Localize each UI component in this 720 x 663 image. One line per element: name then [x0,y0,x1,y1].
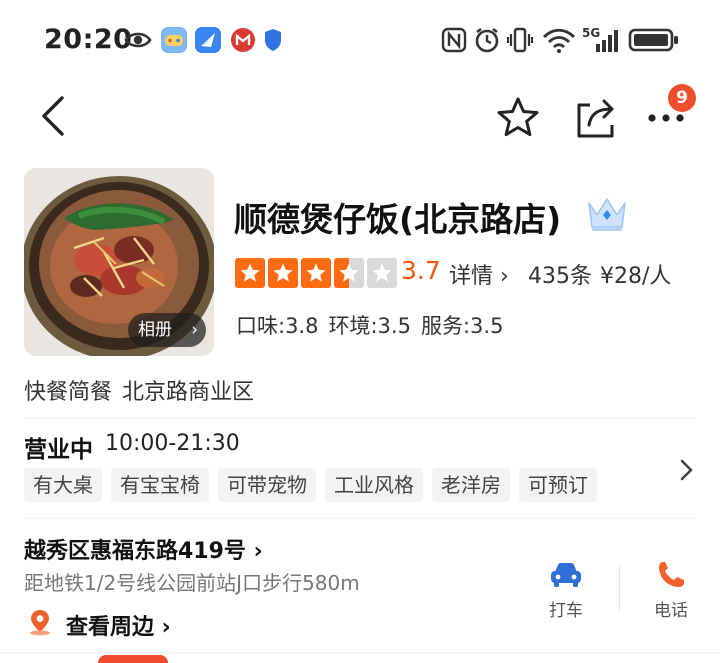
back-button[interactable] [36,94,72,138]
taste-score: 口味:3.8 [236,314,319,338]
chevron-right-icon: › [493,264,509,289]
shield-icon [265,29,281,51]
taxi-button[interactable]: 打车 [536,560,596,621]
feishu-app-icon [195,27,221,53]
divider [24,518,696,519]
divider [619,566,620,612]
detail-label: 详情 [449,264,494,289]
battery-icon [628,28,678,52]
alarm-icon [475,27,499,53]
chevron-right-icon: › [154,615,171,640]
phone-icon [659,562,684,587]
car-icon [551,563,581,587]
chevron-right-icon: › [191,320,198,340]
status-bar: 20:20 5G [0,0,720,84]
shop-title: 顺德煲仔饭(北京路店) [234,200,562,239]
address-text: 越秀区惠福东路419号 [24,539,246,564]
metro-distance: 距地铁1/2号线公园前站J口步行580m [24,571,360,595]
crown-icon [588,198,626,231]
rating-star-icon [367,258,397,288]
facility-tag: 可带宠物 [218,468,316,502]
share-button[interactable] [573,95,619,141]
business-hours: 10:00-21:30 [105,431,240,456]
facility-tag: 有宝宝椅 [111,468,209,502]
subscores: 口味:3.8 环境:3.5 服务:3.5 [236,310,503,340]
favorite-star-button[interactable] [495,95,541,141]
facility-tag: 工业风格 [325,468,423,502]
signal-5g-icon [596,30,618,52]
facility-tag: 老洋房 [432,468,510,502]
vibrate-icon [506,27,534,53]
rating-star-icon [334,258,364,288]
rating-star-icon [235,258,265,288]
area-label: 北京路商业区 [122,380,255,405]
business-status: 营业中 [24,437,93,463]
facility-tags[interactable]: 有大桌 有宝宝椅 可带宠物 工业风格 老洋房 可预订 [24,468,597,502]
phone-label: 电话 [654,601,688,621]
game-app-icon [161,27,187,53]
nearby-label: 查看周边 [66,615,155,640]
nfc-icon [441,27,467,53]
eye-icon [124,32,152,48]
status-time: 20:20 [44,24,133,55]
bank-app-icon [231,28,255,52]
service-score: 服务:3.5 [420,314,504,338]
category-label: 快餐简餐 [24,380,113,405]
taxi-label: 打车 [549,601,583,621]
rating-score: 3.7 [401,256,441,285]
album-button[interactable]: 相册 › [128,313,206,347]
next-section-badge [98,655,168,663]
facility-tag: 可预订 [519,468,597,502]
rating-detail-link[interactable]: 详情 › [449,258,509,290]
view-nearby-link[interactable]: 查看周边 › [66,609,171,641]
review-count: 435条 [528,264,592,289]
notification-badge: 9 [668,84,696,112]
chevron-right-icon: › [245,539,263,564]
avg-price: ¥28/人 [600,264,672,289]
rating-star-icon [301,258,331,288]
category-line: 快餐简餐 北京路商业区 [24,374,254,406]
environment-score: 环境:3.5 [328,314,411,338]
chevron-right-icon[interactable] [676,456,696,484]
divider [24,418,696,419]
address-link[interactable]: 越秀区惠福东路419号 › [24,533,263,565]
divider [0,652,720,653]
album-label: 相册 [138,320,172,340]
wifi-icon [543,28,575,53]
rating-star-icon [268,258,298,288]
location-pin-icon [30,610,50,636]
phone-button[interactable]: 电话 [641,560,701,621]
rating-stars [235,258,397,288]
facility-tag: 有大桌 [24,468,102,502]
